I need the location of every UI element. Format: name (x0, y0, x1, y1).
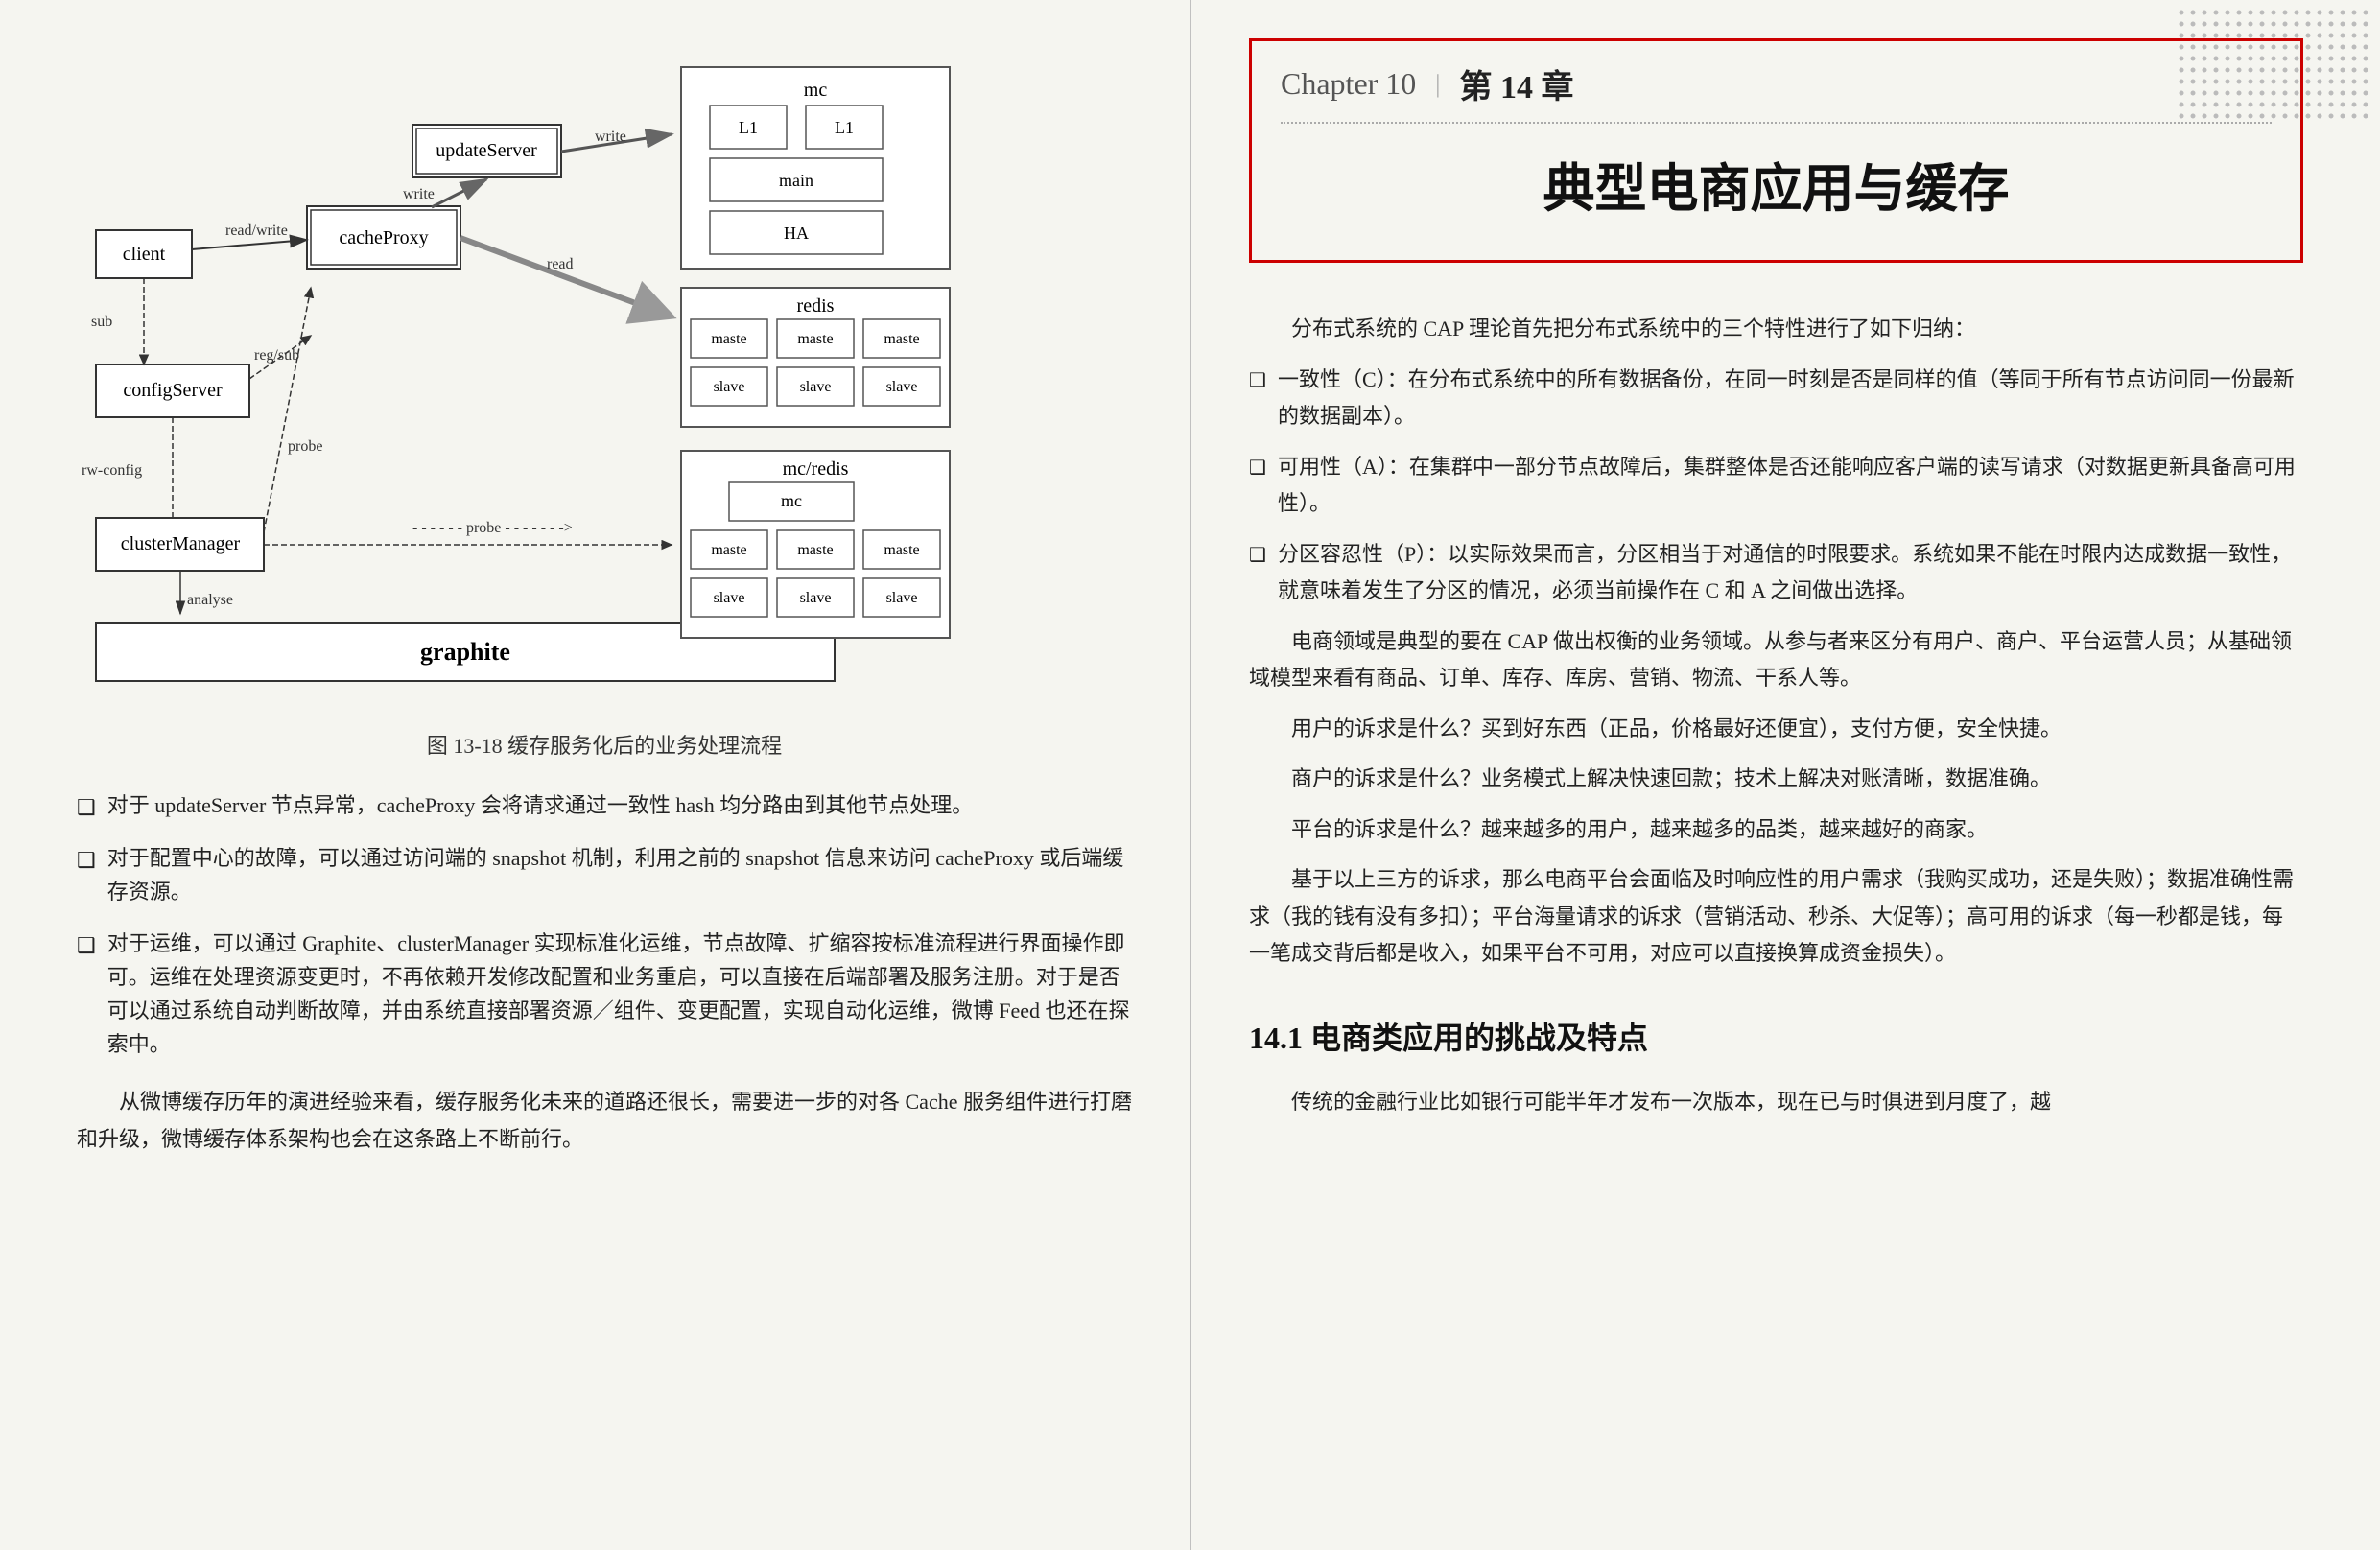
svg-text:configServer: configServer (123, 380, 223, 401)
bullet-icon-1: ❑ (77, 790, 96, 824)
svg-text:maste: maste (711, 331, 746, 347)
svg-text:L1: L1 (835, 118, 854, 137)
cap-bullet-a: ❑ 可用性（A）：在集群中一部分节点故障后，集群整体是否还能响应客户端的读写请求… (1249, 449, 2303, 523)
merchant-demand-paragraph: 商户的诉求是什么？业务模式上解决快速回款；技术上解决对账清晰，数据准确。 (1249, 761, 2303, 798)
svg-text:maste: maste (797, 542, 833, 558)
svg-text:probe: probe (288, 438, 322, 455)
svg-text:maste: maste (884, 331, 919, 347)
svg-text:read/write: read/write (225, 223, 288, 239)
bullet-item-3: ❑ 对于运维，可以通过 Graphite、clusterManager 实现标准… (77, 927, 1132, 1062)
cap-bullet-icon-p: ❑ (1249, 539, 1266, 610)
svg-text:slave: slave (800, 379, 832, 395)
svg-text:slave: slave (886, 379, 918, 395)
cap-bullet-p: ❑ 分区容忍性（P）：以实际效果而言，分区相当于对通信的时限要求。系统如果不能在… (1249, 536, 2303, 610)
svg-text:clusterManager: clusterManager (121, 533, 241, 554)
challenge-paragraph: 基于以上三方的诉求，那么电商平台会面临及时响应性的用户需求（我购买成功，还是失败… (1249, 861, 2303, 973)
svg-text:mc/redis: mc/redis (783, 458, 849, 480)
page-container: client cacheProxy read/write updateServe… (0, 0, 2380, 1550)
bullet-icon-2: ❑ (77, 843, 96, 877)
svg-text:cacheProxy: cacheProxy (339, 227, 428, 248)
dotted-pattern (2179, 10, 2370, 125)
section-text: 传统的金融行业比如银行可能半年才发布一次版本，现在已与时俱进到月度了，越 (1249, 1084, 2303, 1121)
svg-text:graphite: graphite (420, 638, 510, 666)
svg-text:reg/sub: reg/sub (254, 347, 299, 364)
svg-text:redis: redis (797, 295, 835, 317)
ecommerce-paragraph: 电商领域是典型的要在 CAP 做出权衡的业务领域。从参与者来区分有用户、商户、平… (1249, 623, 2303, 697)
svg-text:slave: slave (714, 590, 745, 606)
svg-text:- - - - - - probe - - - - - -: - - - - - - probe - - - - - - -> (412, 520, 573, 536)
svg-text:maste: maste (884, 542, 919, 558)
svg-text:mc: mc (781, 491, 802, 510)
svg-text:analyse: analyse (187, 592, 233, 608)
bullet-item-2: ❑ 对于配置中心的故障，可以通过访问端的 snapshot 机制，利用之前的 s… (77, 841, 1132, 908)
svg-text:mc: mc (804, 80, 828, 101)
bullet-text-2: 对于配置中心的故障，可以通过访问端的 snapshot 机制，利用之前的 sna… (107, 841, 1132, 908)
cap-bullet-c: ❑ 一致性（C）：在分布式系统中的所有数据备份，在同一时刻是否是同样的值（等同于… (1249, 362, 2303, 435)
svg-text:slave: slave (800, 590, 832, 606)
svg-text:HA: HA (784, 223, 809, 243)
chapter-label-script: Chapter 10 (1281, 66, 1416, 102)
svg-text:rw-config: rw-config (82, 462, 142, 479)
user-demand-paragraph: 用户的诉求是什么？买到好东西（正品，价格最好还便宜），支付方便，安全快捷。 (1249, 711, 2303, 748)
cap-bullet-text-p: 分区容忍性（P）：以实际效果而言，分区相当于对通信的时限要求。系统如果不能在时限… (1278, 536, 2303, 610)
diagram-caption: 图 13-18 缓存服务化后的业务处理流程 (77, 729, 1132, 760)
svg-text:maste: maste (711, 542, 746, 558)
chapter-title: 典型电商应用与缓存 (1281, 146, 2272, 222)
chapter-number: 第 14 章 (1460, 60, 1574, 107)
architecture-diagram: client cacheProxy read/write updateServe… (77, 38, 1132, 710)
bullet-text-1: 对于 updateServer 节点异常，cacheProxy 会将请求通过一致… (107, 788, 1132, 822)
bullet-icon-3: ❑ (77, 928, 96, 962)
svg-text:maste: maste (797, 331, 833, 347)
svg-text:client: client (123, 244, 166, 265)
bullet-text-3: 对于运维，可以通过 Graphite、clusterManager 实现标准化运… (107, 927, 1132, 1062)
section-heading: 14.1 电商类应用的挑战及特点 (1249, 1011, 2303, 1065)
svg-text:read: read (547, 256, 574, 272)
svg-text:L1: L1 (739, 118, 758, 137)
svg-text:updateServer: updateServer (436, 140, 537, 161)
right-content: 分布式系统的 CAP 理论首先把分布式系统中的三个特性进行了如下归纳： ❑ 一致… (1249, 311, 2303, 1120)
diagram-area: client cacheProxy read/write updateServe… (77, 38, 1132, 710)
svg-text:main: main (779, 171, 813, 190)
cap-bullet-text-c: 一致性（C）：在分布式系统中的所有数据备份，在同一时刻是否是同样的值（等同于所有… (1278, 362, 2303, 435)
svg-text:write: write (595, 129, 626, 145)
right-page: Chapter 10 | 第 14 章 典型电商应用与缓存 分布式系统的 CAP… (1190, 0, 2380, 1550)
bullet-list: ❑ 对于 updateServer 节点异常，cacheProxy 会将请求通过… (77, 788, 1132, 1061)
svg-text:slave: slave (714, 379, 745, 395)
platform-demand-paragraph: 平台的诉求是什么？越来越多的用户，越来越多的品类，越来越好的商家。 (1249, 811, 2303, 849)
svg-text:slave: slave (886, 590, 918, 606)
chapter-header-box: Chapter 10 | 第 14 章 典型电商应用与缓存 (1249, 38, 2303, 263)
svg-text:sub: sub (91, 314, 112, 330)
cap-bullet-icon-c: ❑ (1249, 364, 1266, 435)
intro-paragraph: 分布式系统的 CAP 理论首先把分布式系统中的三个特性进行了如下归纳： (1249, 311, 2303, 348)
footer-paragraph: 从微博缓存历年的演进经验来看，缓存服务化未来的道路还很长，需要进一步的对各 Ca… (77, 1084, 1132, 1158)
cap-bullet-text-a: 可用性（A）：在集群中一部分节点故障后，集群整体是否还能响应客户端的读写请求（对… (1278, 449, 2303, 523)
bullet-item-1: ❑ 对于 updateServer 节点异常，cacheProxy 会将请求通过… (77, 788, 1132, 824)
svg-text:write: write (403, 186, 435, 202)
left-page: client cacheProxy read/write updateServe… (0, 0, 1190, 1550)
cap-bullet-icon-a: ❑ (1249, 452, 1266, 523)
